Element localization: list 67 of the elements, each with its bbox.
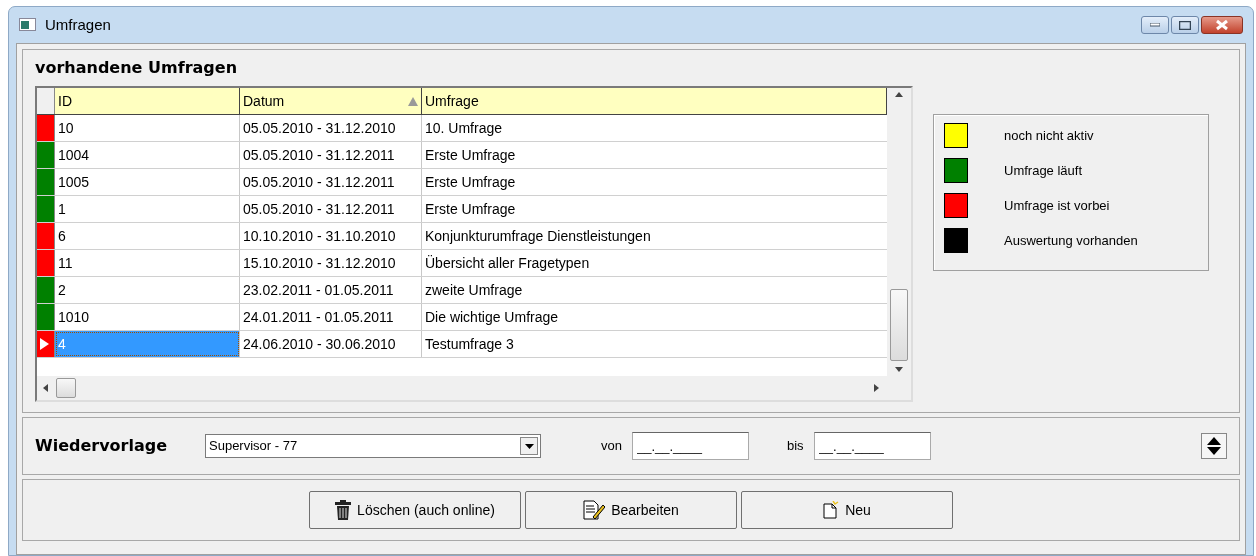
legend-label: Auswertung vorhanden — [1004, 231, 1138, 250]
table-cell-text: Erste Umfrage — [424, 173, 517, 192]
table-cell-text: Testumfrage 3 — [424, 335, 515, 354]
field-label: von — [601, 437, 622, 456]
table-cell-text: Erste Umfrage — [424, 146, 517, 165]
scroll-thumb[interactable] — [56, 378, 76, 398]
table-cell: 11 — [55, 250, 240, 276]
table-cell: 24.01.2011 - 01.05.2011 — [240, 304, 422, 330]
table-cell-text: zweite Umfrage — [424, 281, 524, 300]
table-cell: 05.05.2010 - 31.12.2011 — [240, 196, 422, 222]
edit-document-icon — [583, 500, 606, 520]
new-button[interactable]: Neu — [741, 491, 953, 529]
edit-button[interactable]: Bearbeiten — [525, 491, 737, 529]
table-cell: 1 — [55, 196, 240, 222]
date-field[interactable]: __.__.____ — [813, 432, 931, 460]
legend-label: Umfrage läuft — [1004, 161, 1083, 180]
vertical-scrollbar[interactable] — [887, 88, 911, 376]
table-cell: 6 — [55, 223, 240, 249]
table-cell: 05.05.2010 - 31.12.2011 — [240, 169, 422, 195]
section-title: vorhandene Umfragen — [35, 57, 238, 79]
legend-label: Umfrage ist vorbei — [1004, 196, 1110, 215]
scroll-down-icon — [895, 367, 903, 372]
delete-button[interactable]: Löschen (auch online) — [309, 491, 521, 529]
date-field[interactable]: __.__.____ — [631, 432, 749, 460]
legend-label: noch nicht aktiv — [1004, 126, 1094, 145]
maximize-button[interactable] — [1171, 16, 1199, 34]
column-header[interactable]: Datum — [240, 88, 422, 114]
table-cell-text: 10. Umfrage — [424, 119, 504, 138]
close-icon — [1215, 19, 1229, 31]
maximize-icon — [1179, 20, 1191, 30]
table-cell: 10 — [55, 115, 240, 141]
scroll-thumb[interactable] — [890, 289, 908, 361]
row-pointer-icon — [40, 338, 49, 350]
assignee-dropdown[interactable]: Supervisor - 77 — [205, 434, 541, 458]
window-icon — [19, 18, 37, 32]
up-down-arrow-icon — [1207, 437, 1221, 455]
table-cell: 10.10.2010 - 31.10.2010 — [240, 223, 422, 249]
table-cell-text: Erste Umfrage — [424, 200, 517, 219]
field-label: bis — [786, 437, 804, 456]
minimize-icon — [1150, 23, 1160, 27]
table-cell: 4 — [55, 331, 240, 357]
expand-button[interactable] — [1201, 433, 1227, 459]
table-cell-text: Übersicht aller Fragetypen — [424, 254, 591, 273]
trash-icon — [335, 500, 352, 520]
table-cell-text: Konjunkturumfrage Dienstleistungen — [424, 227, 652, 246]
table-cell-text: Die wichtige Umfrage — [424, 308, 560, 327]
field-label: Wiedervorlage — [35, 435, 169, 457]
sort-icon — [408, 96, 418, 106]
column-header[interactable]: ID — [55, 88, 240, 114]
table-cell: 15.10.2010 - 31.12.2010 — [240, 250, 422, 276]
window-title: Umfragen — [45, 14, 111, 35]
close-button[interactable] — [1201, 16, 1243, 34]
table-cell: 1010 — [55, 304, 240, 330]
new-document-icon — [823, 501, 840, 519]
table-cell: 1005 — [55, 169, 240, 195]
table-cell: 2 — [55, 277, 240, 303]
corner-cell — [37, 88, 55, 114]
table-cell: 23.02.2011 - 01.05.2011 — [240, 277, 422, 303]
table-cell: 1004 — [55, 142, 240, 168]
scroll-up-icon — [895, 92, 903, 97]
horizontal-scrollbar[interactable] — [37, 376, 911, 400]
table-cell: 24.06.2010 - 30.06.2010 — [240, 331, 422, 357]
scroll-right-icon — [874, 384, 879, 392]
column-header[interactable]: Umfrage — [422, 88, 887, 114]
table-cell: 05.05.2010 - 31.12.2010 — [240, 115, 422, 141]
scroll-left-icon — [43, 384, 48, 392]
table-cell: 05.05.2010 - 31.12.2011 — [240, 142, 422, 168]
